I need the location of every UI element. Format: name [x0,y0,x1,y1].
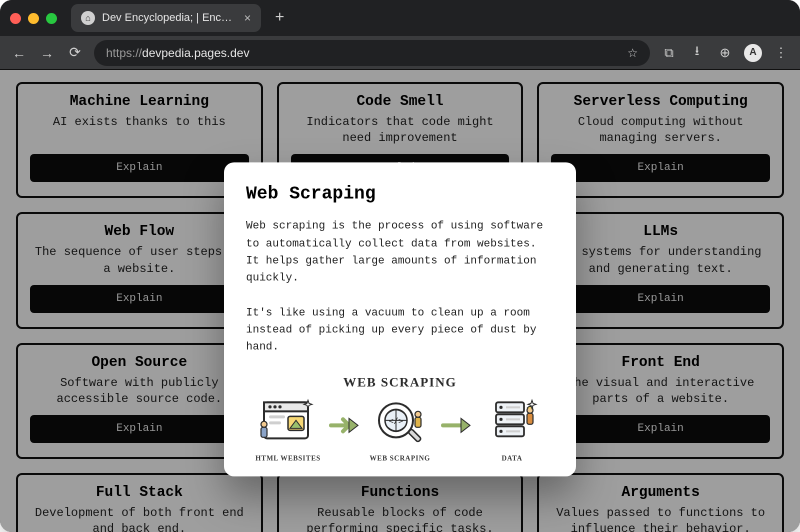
reload-button[interactable]: ⟳ [66,44,84,61]
maximize-window-button[interactable] [46,13,57,24]
favicon-icon: ⌂ [81,11,95,25]
extensions-icon[interactable]: ⧉ [660,45,678,61]
close-tab-icon[interactable]: × [244,11,251,25]
back-button[interactable]: ← [10,45,28,61]
illustration-row: HTML WEBSITES </> [246,394,554,462]
server-stack-icon [482,394,542,450]
definition-modal: Web Scraping Web scraping is the process… [224,163,576,476]
install-icon[interactable]: ⭳ [688,42,706,64]
kebab-menu-icon[interactable]: ⋮ [772,45,790,61]
illus-data: DATA [475,394,549,462]
illus-web-scraping: </> WEB SCRAPING [363,394,437,462]
close-window-button[interactable] [10,13,21,24]
forward-button[interactable]: → [38,45,56,61]
tab-title: Dev Encyclopedia; | Encyclop [102,12,237,24]
browser-tab[interactable]: ⌂ Dev Encyclopedia; | Encyclop × [71,4,261,32]
bookmark-icon[interactable]: ☆ [627,46,638,60]
arrow-right-icon [329,416,359,441]
illus-caption: WEB SCRAPING [370,454,431,462]
browser-window: ⌂ Dev Encyclopedia; | Encyclop × + ← → ⟳… [0,0,800,532]
modal-illustration: WEB SCRAPING [246,374,554,462]
url-field[interactable]: https://devpedia.pages.dev ☆ [94,40,650,66]
illus-caption: DATA [502,454,523,462]
modal-title: Web Scraping [246,185,554,205]
new-tab-button[interactable]: + [269,9,290,27]
address-bar: ← → ⟳ https://devpedia.pages.dev ☆ ⧉ ⭳ ⊕… [0,36,800,70]
modal-paragraph-1: Web scraping is the process of using sof… [246,219,554,287]
downloads-icon[interactable]: ⊕ [716,45,734,61]
browser-window-icon [258,394,318,450]
minimize-window-button[interactable] [28,13,39,24]
illus-html-websites: HTML WEBSITES [251,394,325,462]
window-controls [10,13,57,24]
illus-caption: HTML WEBSITES [255,454,320,462]
profile-avatar[interactable]: A [744,44,762,62]
url-protocol: https:// [106,46,142,60]
modal-paragraph-2: It's like using a vacuum to clean up a r… [246,305,554,356]
magnifier-globe-icon: </> [370,394,430,450]
page-viewport: Machine Learning AI exists thanks to thi… [0,70,800,532]
arrow-right-icon [441,416,471,441]
svg-text:</>: </> [389,416,404,425]
url-host: devpedia.pages.dev [142,46,249,60]
illustration-title: WEB SCRAPING [343,374,457,390]
titlebar: ⌂ Dev Encyclopedia; | Encyclop × + [0,0,800,36]
